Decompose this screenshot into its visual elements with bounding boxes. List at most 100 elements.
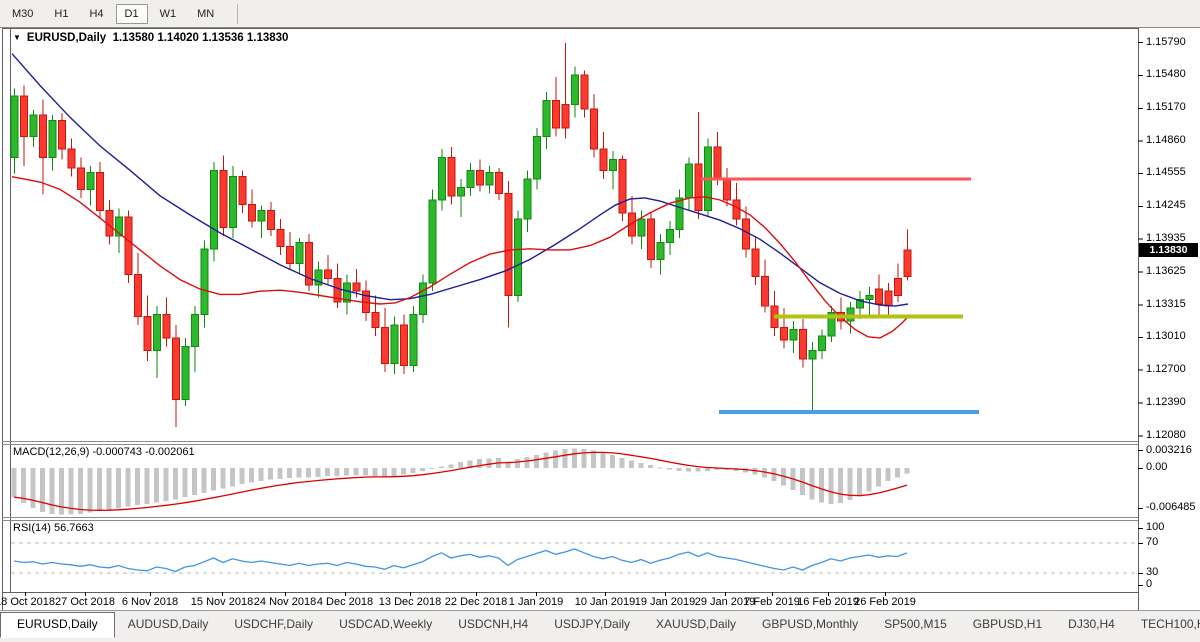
macd-histogram-bar <box>135 468 140 505</box>
macd-histogram-bar <box>173 468 178 499</box>
macd-histogram-bar <box>382 468 387 477</box>
macd-histogram-bar <box>316 468 321 477</box>
macd-histogram-bar <box>895 468 900 477</box>
candle-body <box>904 250 911 277</box>
macd-histogram-bar <box>867 468 872 491</box>
candle-body <box>239 177 246 205</box>
candle-body <box>21 96 28 136</box>
chart-tab-dj30[interactable]: DJ30,H4 <box>1055 613 1128 636</box>
chart-tab-gbpusd[interactable]: GBPUSD,Monthly <box>749 613 871 636</box>
macd-histogram-bar <box>857 468 862 496</box>
chart-tab-usdcnh[interactable]: USDCNH,H4 <box>445 613 541 636</box>
macd-histogram-bar <box>392 468 397 476</box>
macd-histogram-bar <box>78 468 83 514</box>
macd-histogram-bar <box>477 459 482 468</box>
candle-body <box>391 325 398 363</box>
chart-tab-sp500[interactable]: SP500,M15 <box>871 613 960 636</box>
macd-histogram-bar <box>544 453 549 468</box>
candle-body <box>220 170 227 227</box>
candle-body <box>420 283 427 315</box>
macd-histogram-bar <box>810 468 815 499</box>
candle-body <box>505 194 512 296</box>
macd-histogram-bar <box>876 468 881 486</box>
chart-tab-usdjpy[interactable]: USDJPY,Daily <box>541 613 643 636</box>
chart-tab-gbpusd[interactable]: GBPUSD,H1 <box>960 613 1055 636</box>
macd-histogram-bar <box>886 468 891 481</box>
chart-tab-usdchf[interactable]: USDCHF,Daily <box>221 613 326 636</box>
candle-body <box>30 115 37 136</box>
macd-histogram-bar <box>344 468 349 475</box>
candle-body <box>87 172 94 189</box>
candle-body <box>429 200 436 283</box>
macd-histogram-bar <box>610 455 615 468</box>
candle-body <box>543 100 550 136</box>
candle-body <box>866 295 873 299</box>
terminal-window: 1.157901.154801.151701.148601.145551.142… <box>0 0 1200 642</box>
timeframe-button-mn[interactable]: MN <box>188 4 223 24</box>
candle-body <box>876 289 883 304</box>
macd-histogram-bar <box>154 468 159 502</box>
macd-histogram-bar <box>686 468 691 472</box>
macd-histogram-bar <box>515 459 520 468</box>
candle-body <box>201 249 208 315</box>
chart-tab-usdcad[interactable]: USDCAD,Weekly <box>326 613 445 636</box>
candle-body <box>258 211 265 222</box>
macd-histogram-bar <box>534 455 539 468</box>
macd-histogram-bar <box>819 468 824 502</box>
candle-body <box>895 279 902 296</box>
chart-tab-xauusd[interactable]: XAUUSD,Daily <box>643 613 749 636</box>
candle-body <box>686 164 693 198</box>
chart-tab-eurusd[interactable]: EURUSD,Daily <box>0 612 115 638</box>
chart-canvas[interactable] <box>0 0 1200 642</box>
candle-body <box>847 308 854 321</box>
timeframe-button-h1[interactable]: H1 <box>45 4 77 24</box>
candle-body <box>486 172 493 185</box>
macd-histogram-bar <box>838 468 843 503</box>
candle-body <box>448 158 455 196</box>
candle-body <box>781 327 788 340</box>
chart-tab-tech100[interactable]: TECH100,H <box>1128 613 1200 636</box>
macd-histogram-bar <box>620 458 625 468</box>
chart-tabs-bar: EURUSD,DailyAUDUSD,DailyUSDCHF,DailyUSDC… <box>0 611 1200 642</box>
timeframe-button-m30[interactable]: M30 <box>3 4 42 24</box>
macd-histogram-bar <box>211 468 216 491</box>
candle-body <box>410 315 417 366</box>
symbol-dropdown-icon[interactable]: ▼ <box>13 33 21 42</box>
candle-body <box>401 325 408 365</box>
candle-body <box>230 177 237 228</box>
macd-histogram-bar <box>373 468 378 476</box>
macd-histogram-bar <box>97 468 102 511</box>
candle-body <box>676 198 683 230</box>
macd-histogram-bar <box>439 467 444 468</box>
macd-histogram-bar <box>449 464 454 468</box>
timeframe-button-w1[interactable]: W1 <box>151 4 186 24</box>
macd-histogram-bar <box>696 468 701 472</box>
macd-histogram-bar <box>107 468 112 510</box>
candle-body <box>885 291 892 306</box>
candle-body <box>724 179 731 200</box>
candle-body <box>59 120 66 149</box>
macd-histogram-bar <box>192 468 197 495</box>
candle-body <box>695 164 702 211</box>
macd-histogram-bar <box>335 468 340 476</box>
candle-body <box>714 147 721 179</box>
candle-body <box>249 204 256 221</box>
macd-histogram-bar <box>306 468 311 477</box>
candle-body <box>382 327 389 363</box>
candle-body <box>562 105 569 128</box>
macd-histogram-bar <box>401 468 406 475</box>
candle-body <box>467 170 474 187</box>
macd-name: MACD(12,26,9) <box>13 446 89 458</box>
macd-histogram-bar <box>487 459 492 468</box>
candle-body <box>182 346 189 399</box>
chart-tab-audusd[interactable]: AUDUSD,Daily <box>115 613 222 636</box>
macd-histogram-bar <box>563 449 568 468</box>
timeframe-button-d1[interactable]: D1 <box>116 4 148 24</box>
macd-histogram-bar <box>705 468 710 471</box>
macd-histogram-bar <box>50 468 55 514</box>
timeframe-button-h4[interactable]: H4 <box>80 4 112 24</box>
candle-body <box>648 219 655 259</box>
candle-body <box>192 315 199 347</box>
candle-body <box>458 187 465 195</box>
macd-histogram-bar <box>164 468 169 501</box>
